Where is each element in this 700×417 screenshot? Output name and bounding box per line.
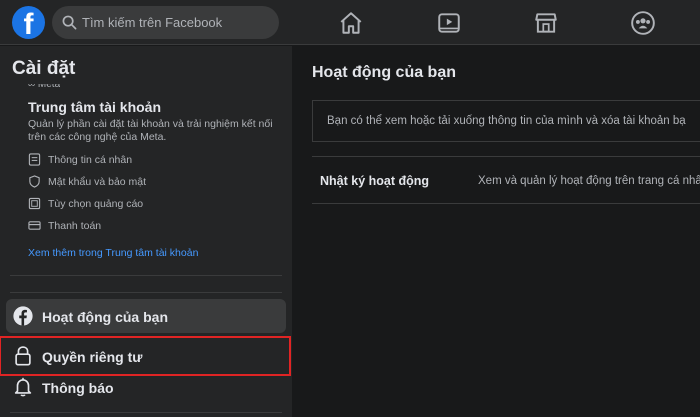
- groups-icon[interactable]: [630, 10, 656, 36]
- menu-item-label: Quyền riêng tư: [42, 349, 143, 365]
- menu-item-notifications[interactable]: Thông báo: [6, 370, 286, 404]
- info-text: Bạn có thể xem hoặc tải xuống thông tin …: [327, 115, 686, 127]
- accounts-center-title[interactable]: Trung tâm tài khoản: [28, 99, 161, 115]
- accounts-item-label: Thông tin cá nhân: [48, 154, 133, 166]
- meta-logo: ∞ Meta: [28, 84, 61, 90]
- bell-icon: [14, 377, 32, 397]
- main-content: Hoạt động của bạn Bạn có thể xem hoặc tả…: [292, 46, 700, 417]
- page-title: Cài đặt: [12, 58, 76, 79]
- facebook-icon: [13, 306, 33, 326]
- menu-item-your-activity[interactable]: Hoạt động của bạn: [6, 299, 286, 333]
- row-label: Nhật ký hoạt động: [320, 174, 430, 188]
- settings-row-activity-log[interactable]: Nhật ký hoạt động Xem và quản lý hoạt độ…: [312, 156, 700, 204]
- personal-info-icon: [28, 153, 41, 166]
- video-icon[interactable]: [436, 10, 462, 36]
- accounts-item-ad-preferences[interactable]: Tùy chọn quảng cáo: [28, 195, 278, 213]
- accounts-item-password-security[interactable]: Mật khẩu và bảo mật: [28, 173, 278, 191]
- shield-icon: [29, 175, 40, 188]
- accounts-item-label: Tùy chọn quảng cáo: [48, 198, 144, 210]
- row-description: Xem và quản lý hoạt động trên trang cá n…: [478, 175, 700, 187]
- settings-sidebar: Cài đặt ∞ Meta Trung tâm tài khoản Quản …: [0, 46, 292, 417]
- menu-item-privacy[interactable]: Quyền riêng tư: [0, 336, 291, 376]
- menu-item-label: Hoạt động của bạn: [42, 309, 168, 325]
- card-icon: [28, 221, 41, 230]
- accounts-item-personal-info[interactable]: Thông tin cá nhân: [28, 151, 278, 169]
- divider: [10, 412, 282, 413]
- divider: [10, 275, 282, 276]
- accounts-center-description: Quản lý phần cài đặt tài khoản và trải n…: [28, 118, 273, 143]
- search-input[interactable]: Tìm kiếm trên Facebook: [82, 15, 222, 30]
- search-icon: [62, 15, 77, 30]
- marketplace-icon[interactable]: [533, 10, 559, 36]
- accounts-item-label: Thanh toán: [48, 220, 102, 232]
- facebook-logo[interactable]: f: [12, 6, 45, 39]
- accounts-item-payments[interactable]: Thanh toán: [28, 217, 278, 235]
- divider: [10, 292, 282, 293]
- see-more-accounts-center-link[interactable]: Xem thêm trong Trung tâm tài khoản: [28, 247, 198, 259]
- section-title: Hoạt động của bạn: [312, 64, 456, 81]
- lock-icon: [15, 346, 31, 366]
- info-box: Bạn có thể xem hoặc tải xuống thông tin …: [312, 100, 700, 142]
- home-icon[interactable]: [338, 10, 364, 36]
- accounts-item-label: Mật khẩu và bảo mật: [48, 176, 147, 188]
- ad-preferences-icon: [28, 197, 41, 210]
- search-bar[interactable]: Tìm kiếm trên Facebook: [52, 6, 279, 39]
- menu-item-label: Thông báo: [42, 380, 114, 396]
- top-navigation-bar: f Tìm kiếm trên Facebook: [0, 0, 700, 45]
